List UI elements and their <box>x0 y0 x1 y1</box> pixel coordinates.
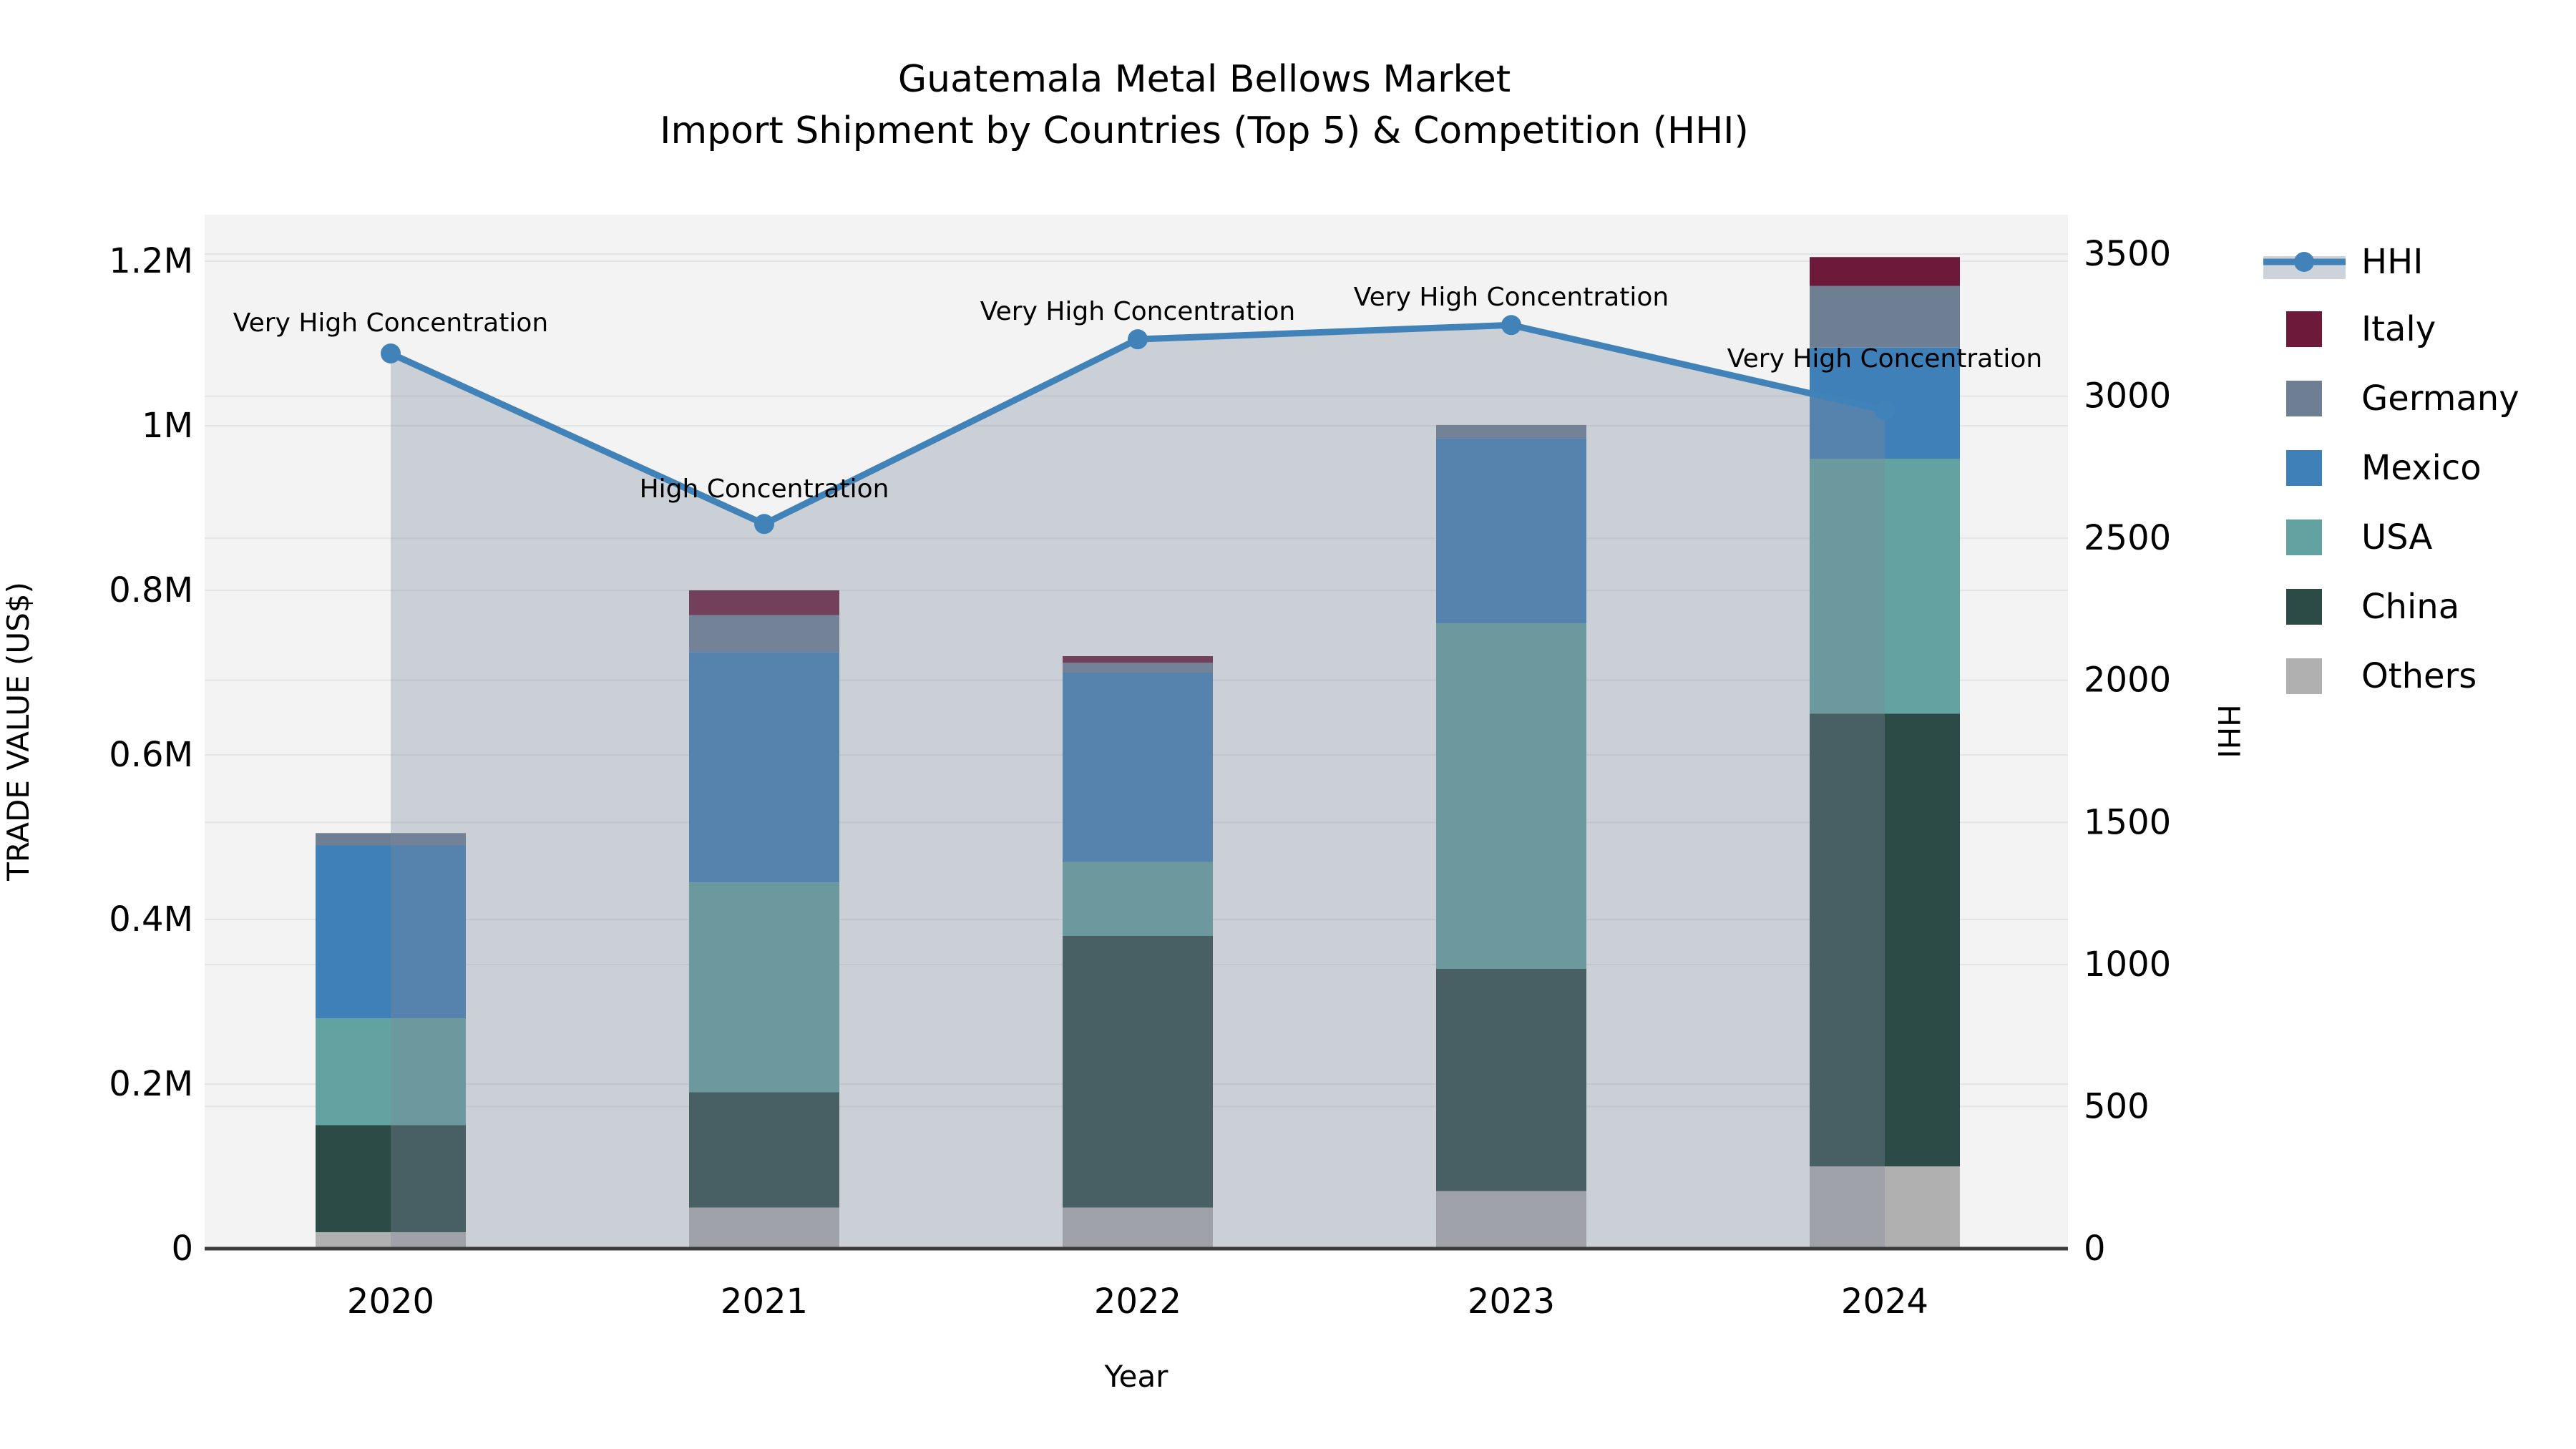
legend-item-china[interactable]: China <box>2286 587 2459 627</box>
annotation-2023: Very High Concentration <box>1354 283 1669 312</box>
left-tick-0.8M: 0.8M <box>109 570 193 610</box>
legend-item-others[interactable]: Others <box>2286 656 2477 696</box>
left-tick-1M: 1M <box>142 406 193 446</box>
legend-item-usa[interactable]: USA <box>2286 517 2432 557</box>
right-axis-ticks: 0 500 1000 1500 2000 2500 3000 3500 <box>2084 234 2171 1269</box>
hhi-marker-2020[interactable] <box>381 343 401 364</box>
hhi-marker-2022[interactable] <box>1128 329 1148 350</box>
right-axis-title: HHI <box>2211 704 2246 758</box>
right-tick-2500: 2500 <box>2084 518 2171 558</box>
x-axis-ticks: 2020 2021 2022 2023 2024 <box>347 1282 1928 1322</box>
hhi-import-chart: Guatemala Metal Bellows Market Import Sh… <box>0 0 2576 1449</box>
hhi-marker-swatch <box>2294 252 2314 272</box>
x-tick-2023: 2023 <box>1468 1282 1555 1322</box>
hhi-area-fill <box>391 325 1885 1249</box>
x-axis-title: Year <box>1104 1359 1169 1394</box>
legend-swatch-mexico <box>2286 450 2322 486</box>
legend-item-mexico[interactable]: Mexico <box>2286 448 2482 488</box>
annotation-2024: Very High Concentration <box>1727 344 2042 374</box>
left-axis-ticks: 0 0.2M 0.4M 0.6M 0.8M 1M 1.2M <box>109 241 193 1269</box>
left-tick-0.2M: 0.2M <box>109 1064 193 1104</box>
x-tick-2020: 2020 <box>347 1282 434 1322</box>
right-tick-0: 0 <box>2084 1229 2106 1269</box>
hhi-marker-2024[interactable] <box>1875 400 1895 421</box>
legend-item-italy[interactable]: Italy <box>2286 309 2436 349</box>
left-tick-0.4M: 0.4M <box>109 899 193 940</box>
hhi-area-polygon <box>391 325 1885 1249</box>
right-tick-3500: 3500 <box>2084 234 2171 274</box>
left-tick-1.2M: 1.2M <box>109 241 193 281</box>
bar-segment-2024-germany[interactable] <box>1810 286 1960 348</box>
right-tick-1000: 1000 <box>2084 945 2171 985</box>
legend-item-hhi[interactable]: HHI <box>2263 242 2423 282</box>
legend-label-hhi: HHI <box>2361 242 2423 282</box>
hhi-marker-2021[interactable] <box>754 514 774 535</box>
left-axis-title: TRADE VALUE (US$) <box>1 582 36 882</box>
legend: HHI Italy Germany Mexico USA China Others <box>2263 242 2519 696</box>
legend-label-italy: Italy <box>2361 309 2436 349</box>
x-tick-2024: 2024 <box>1841 1282 1928 1322</box>
legend-label-china: China <box>2361 587 2459 627</box>
chart-title-line2: Import Shipment by Countries (Top 5) & C… <box>660 109 1749 152</box>
legend-swatch-italy <box>2286 311 2322 347</box>
legend-label-usa: USA <box>2361 517 2432 557</box>
x-tick-2022: 2022 <box>1094 1282 1181 1322</box>
x-tick-2021: 2021 <box>721 1282 808 1322</box>
right-tick-3000: 3000 <box>2084 376 2171 416</box>
annotation-2020: Very High Concentration <box>233 308 548 338</box>
hhi-marker-2023[interactable] <box>1501 315 1521 336</box>
legend-label-mexico: Mexico <box>2361 448 2482 488</box>
chart-canvas: Guatemala Metal Bellows Market Import Sh… <box>0 0 2576 1449</box>
legend-swatch-others <box>2286 658 2322 694</box>
annotation-2021: High Concentration <box>640 474 889 504</box>
legend-swatch-china <box>2286 589 2322 625</box>
right-tick-1500: 1500 <box>2084 802 2171 842</box>
bar-segment-2024-italy[interactable] <box>1810 257 1960 286</box>
left-tick-0.6M: 0.6M <box>109 735 193 775</box>
right-tick-2000: 2000 <box>2084 660 2171 701</box>
legend-item-germany[interactable]: Germany <box>2286 379 2519 419</box>
legend-swatch-usa <box>2286 519 2322 555</box>
annotation-2022: Very High Concentration <box>980 297 1295 326</box>
legend-label-others: Others <box>2361 656 2477 696</box>
left-tick-0: 0 <box>171 1229 193 1269</box>
legend-swatch-germany <box>2286 381 2322 416</box>
right-tick-500: 500 <box>2084 1086 2150 1126</box>
legend-label-germany: Germany <box>2361 379 2519 419</box>
chart-title-line1: Guatemala Metal Bellows Market <box>898 58 1511 101</box>
